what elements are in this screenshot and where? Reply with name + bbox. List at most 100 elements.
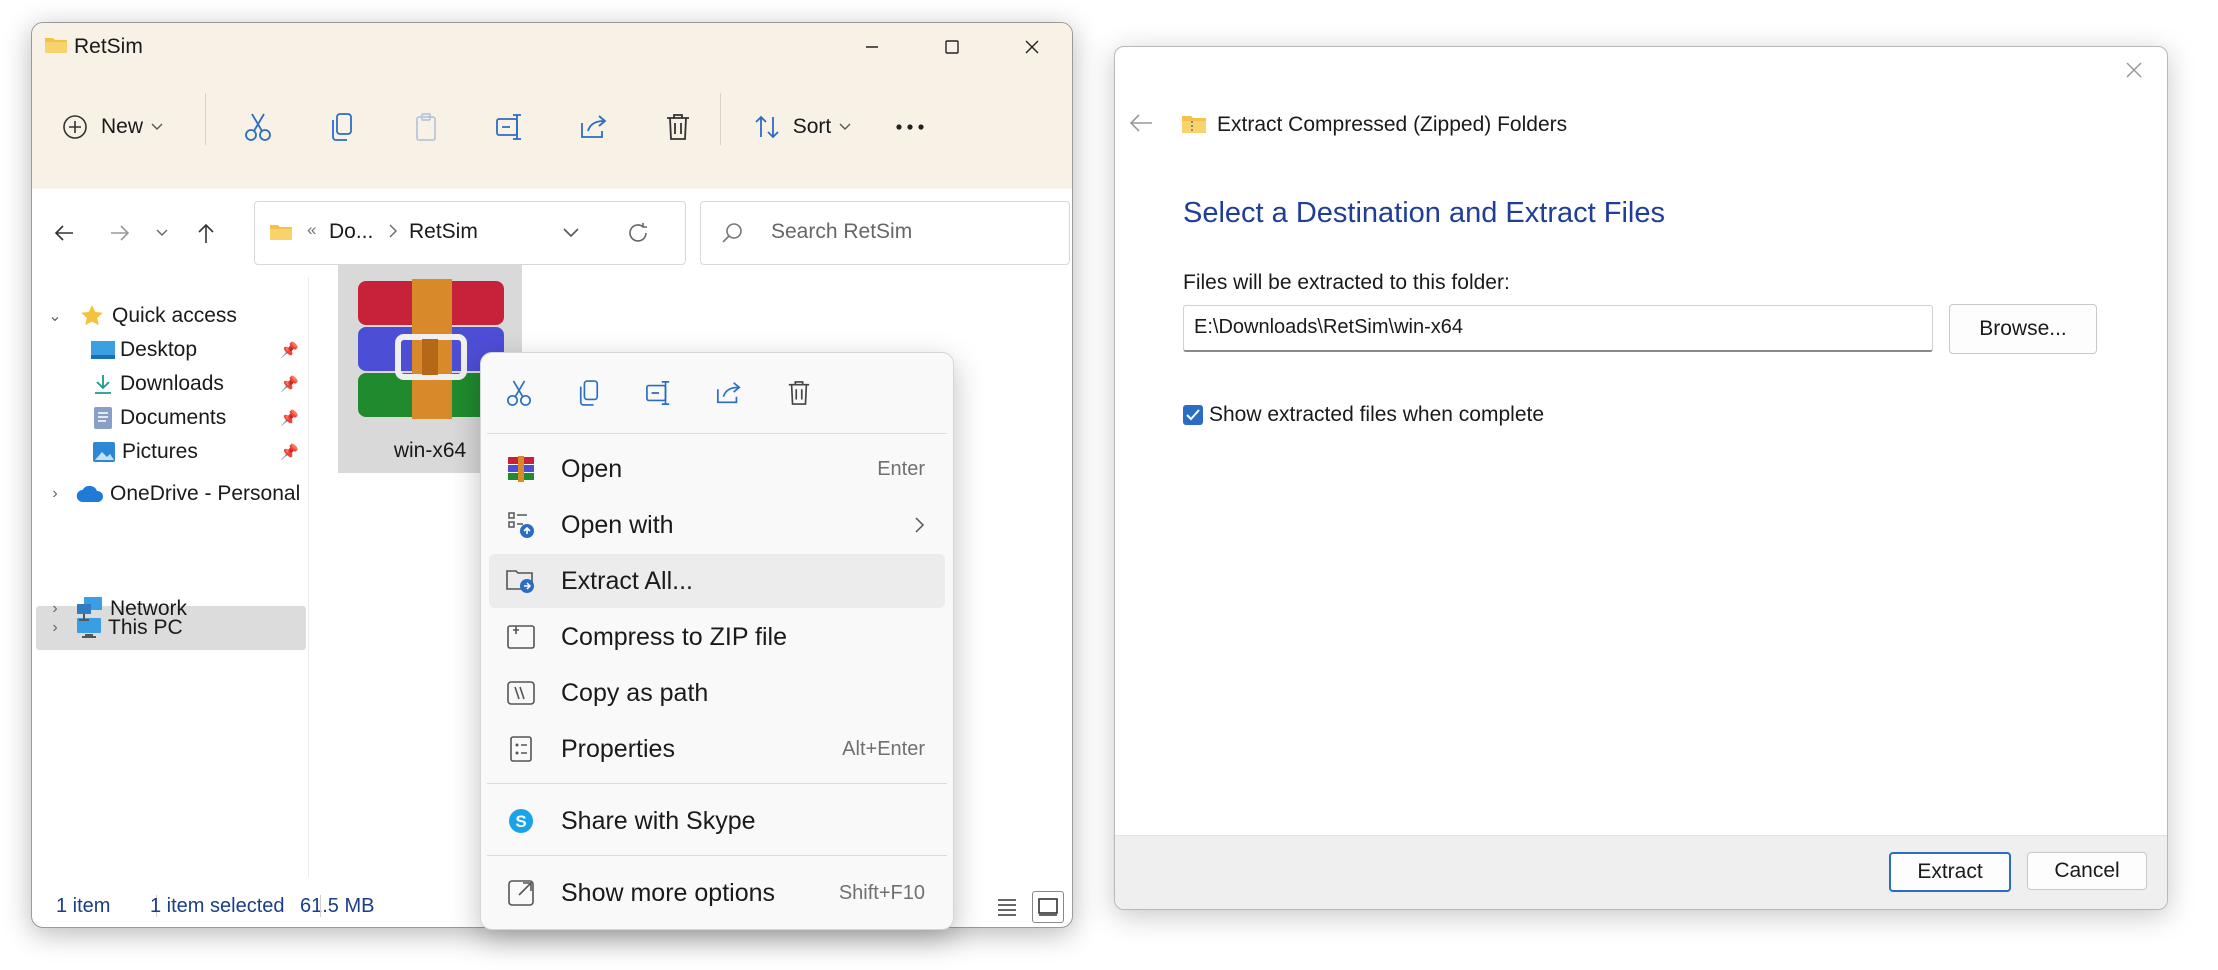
browse-button[interactable]: Browse... <box>1949 304 2097 354</box>
trash-icon <box>787 379 811 407</box>
menu-item-extract-all[interactable]: Extract All... <box>489 554 945 608</box>
up-button[interactable] <box>186 213 226 253</box>
pin-icon: 📌 <box>280 410 299 427</box>
show-more-icon <box>501 879 541 907</box>
properties-icon <box>501 735 541 763</box>
refresh-icon[interactable] <box>627 222 649 244</box>
context-quick-actions <box>481 353 953 433</box>
share-icon <box>715 380 743 406</box>
menu-item-copy-as-path[interactable]: Copy as path <box>489 666 945 720</box>
menu-item-open-with[interactable]: Open with <box>489 498 945 552</box>
new-label: New <box>100 115 143 138</box>
sort-button[interactable]: Sort <box>742 97 862 157</box>
sort-label: Sort <box>792 115 832 138</box>
nav-item-label: Documents <box>120 406 227 429</box>
dialog-close-button[interactable] <box>2125 61 2143 79</box>
menu-item-shortcut: Enter <box>877 457 925 480</box>
breadcrumb-overflow[interactable]: « <box>307 220 316 240</box>
folder-icon <box>44 35 68 55</box>
menu-item-label: Properties <box>561 734 675 763</box>
rename-button[interactable] <box>482 97 538 157</box>
see-more-button[interactable] <box>882 97 938 157</box>
details-view-button[interactable] <box>996 895 1018 917</box>
trash-icon <box>665 112 691 142</box>
recent-locations-button[interactable] <box>148 213 176 253</box>
folder-icon <box>269 222 293 242</box>
menu-item-show-more-options[interactable]: Show more options Shift+F10 <box>489 866 945 920</box>
copy-button[interactable] <box>314 97 370 157</box>
breadcrumb-downloads[interactable]: Do... <box>329 220 373 244</box>
chevron-right-icon: › <box>52 485 58 502</box>
desktop-icon <box>90 339 116 361</box>
close-icon <box>2125 61 2143 79</box>
destination-path-value: E:\Downloads\RetSim\win-x64 <box>1194 316 1463 338</box>
show-files-label[interactable]: Show extracted files when complete <box>1209 403 1544 427</box>
nav-item-label: Downloads <box>120 372 224 395</box>
cancel-label: Cancel <box>2054 859 2120 882</box>
new-button[interactable]: New <box>52 97 172 157</box>
context-share-button[interactable] <box>705 369 753 417</box>
menu-item-properties[interactable]: Properties Alt+Enter <box>489 722 945 776</box>
show-files-checkbox[interactable] <box>1183 405 1203 425</box>
nav-item-onedrive[interactable]: › OneDrive - Personal <box>32 472 308 516</box>
tiles-view-button[interactable] <box>1032 891 1064 923</box>
pin-icon: 📌 <box>280 444 299 461</box>
menu-item-compress-zip[interactable]: Compress to ZIP file <box>489 610 945 664</box>
minimize-button[interactable] <box>832 23 912 71</box>
pin-icon: 📌 <box>280 342 299 359</box>
chevron-right-icon: › <box>52 600 58 617</box>
destination-path-input[interactable]: E:\Downloads\RetSim\win-x64 <box>1183 305 1933 352</box>
extract-button[interactable]: Extract <box>1889 852 2011 892</box>
menu-item-label: Open <box>561 454 623 483</box>
menu-item-label: Share with Skype <box>561 806 756 835</box>
rename-icon <box>495 113 525 141</box>
checkmark-icon <box>1186 409 1200 421</box>
breadcrumb-retsim[interactable]: RetSim <box>409 220 478 244</box>
menu-item-label: Copy as path <box>561 678 709 707</box>
nav-item-label: Network <box>110 597 188 620</box>
delete-button[interactable] <box>650 97 706 157</box>
navigation-row: « Do... RetSim Search RetSim <box>32 189 1072 277</box>
status-divider <box>320 895 321 917</box>
nav-item-network[interactable]: › Network <box>32 587 308 631</box>
maximize-button[interactable] <box>912 23 992 71</box>
paste-button[interactable] <box>398 97 454 157</box>
menu-divider <box>487 855 947 856</box>
window-title: RetSim <box>74 35 143 58</box>
chevron-right-icon <box>389 224 397 238</box>
forward-button[interactable] <box>100 213 140 253</box>
menu-divider <box>487 783 947 784</box>
copy-path-icon <box>501 681 541 705</box>
winrar-icon <box>501 456 541 482</box>
share-button[interactable] <box>566 97 622 157</box>
context-copy-button[interactable] <box>565 369 613 417</box>
menu-item-share-skype[interactable]: S Share with Skype <box>489 794 945 848</box>
menu-item-open[interactable]: Open Enter <box>489 442 945 496</box>
back-button[interactable] <box>44 213 84 253</box>
chevron-down-icon[interactable] <box>563 228 579 238</box>
toolbar-divider <box>720 93 721 145</box>
context-delete-button[interactable] <box>775 369 823 417</box>
menu-item-shortcut: Shift+F10 <box>838 881 925 904</box>
skype-icon: S <box>501 807 541 835</box>
cancel-button[interactable]: Cancel <box>2027 852 2147 890</box>
menu-item-label: Open with <box>561 510 674 539</box>
cut-button[interactable] <box>230 97 286 157</box>
arrow-left-icon <box>54 224 74 242</box>
menu-item-shortcut: Alt+Enter <box>842 737 925 760</box>
open-with-icon <box>501 511 541 539</box>
menu-item-label: Show more options <box>561 878 776 907</box>
context-rename-button[interactable] <box>635 369 683 417</box>
nav-item-pictures[interactable]: Pictures 📌 <box>32 430 308 474</box>
search-box[interactable]: Search RetSim <box>700 201 1070 265</box>
arrow-right-icon <box>110 224 130 242</box>
share-icon <box>579 113 609 141</box>
more-options-icon <box>895 124 925 130</box>
arrow-up-icon <box>197 222 215 244</box>
copy-icon <box>578 379 600 407</box>
address-bar[interactable]: « Do... RetSim <box>254 201 686 265</box>
context-cut-button[interactable] <box>495 369 543 417</box>
close-button[interactable] <box>992 23 1072 71</box>
chevron-right-icon <box>915 517 925 533</box>
dialog-back-button[interactable] <box>1129 113 1153 133</box>
